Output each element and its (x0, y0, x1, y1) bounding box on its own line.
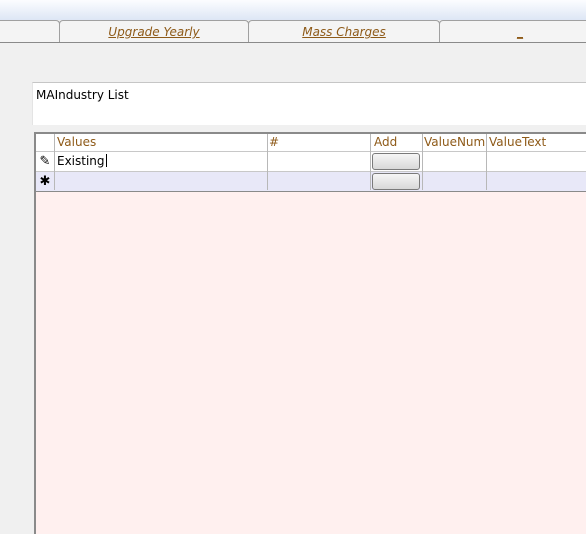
new-record-icon: ✱ (39, 174, 51, 189)
window-title-bar (0, 0, 586, 20)
value-text[interactable]: Existing (57, 154, 105, 168)
tab-upgrade-yearly-label[interactable]: Upgrade Yearly (108, 25, 199, 39)
grid-row-divider (36, 171, 586, 172)
grid-header-divider (36, 151, 586, 152)
grid-column-divider (370, 134, 371, 190)
tab-previous[interactable] (0, 20, 60, 43)
list-title: MAIndustry List (36, 88, 129, 102)
table-row[interactable]: ✎ Existing (36, 152, 586, 171)
tab-next-label[interactable]: _ (517, 25, 523, 39)
pencil-icon[interactable]: ✎ (36, 152, 54, 171)
tab-mass-charges-label[interactable]: Mass Charges (302, 25, 386, 39)
tab-strip: Upgrade Yearly Mass Charges _ (0, 20, 586, 43)
grid-column-divider (422, 134, 423, 190)
grid-header-row: Values # Add ValueNum ValueText (36, 134, 586, 151)
add-button-new[interactable] (372, 173, 420, 190)
grid-column-divider (486, 134, 487, 190)
tab-next[interactable]: _ (439, 20, 586, 43)
tab-strip-border (0, 42, 586, 43)
text-caret (105, 154, 107, 167)
table-row-new[interactable]: ✱ (36, 172, 586, 191)
tab-mass-charges[interactable]: Mass Charges (248, 20, 440, 43)
grid-column-divider (267, 134, 268, 190)
value-cell[interactable]: Existing (57, 154, 107, 168)
values-grid: Values # Add ValueNum ValueText ✎ Existi… (34, 132, 586, 534)
column-header-values[interactable]: Values (57, 135, 96, 149)
column-header-add[interactable]: Add (374, 135, 397, 149)
tab-upgrade-yearly[interactable]: Upgrade Yearly (59, 20, 249, 43)
grid-column-divider (54, 134, 55, 190)
column-header-number[interactable]: # (269, 135, 279, 149)
column-header-valuenum[interactable]: ValueNum (424, 135, 485, 149)
list-header-panel: MAIndustry List (32, 82, 586, 125)
column-header-valuetext[interactable]: ValueText (489, 135, 546, 149)
add-button[interactable] (372, 153, 420, 170)
grid-records-bottom-border (36, 191, 586, 192)
